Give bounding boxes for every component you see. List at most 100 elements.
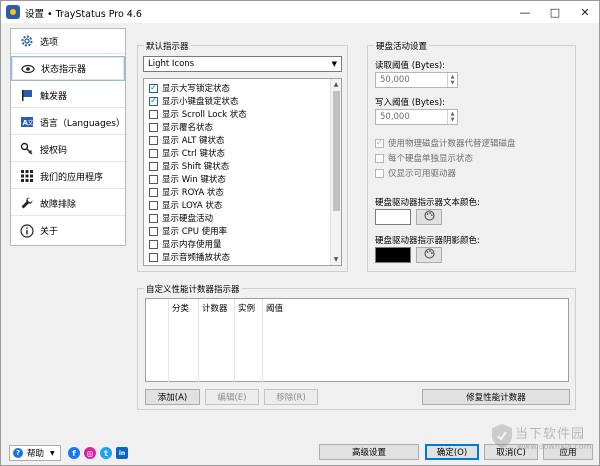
indicator-item[interactable]: 显示 Shift 键状态 (149, 159, 229, 173)
social-glyph: f (72, 448, 76, 458)
indicator-item[interactable]: 显示 CPU 使用率 (149, 224, 227, 238)
palette-icon (424, 248, 435, 262)
checkbox[interactable]: ✓ (375, 138, 384, 148)
read-threshold-input[interactable]: 50,000 ▲ ▼ (375, 72, 458, 88)
checkbox[interactable] (149, 174, 158, 184)
social-glyph: ◎ (86, 448, 94, 458)
maximize-button[interactable]: □ (541, 1, 569, 23)
column-header-category[interactable]: 分类 (172, 302, 189, 314)
help-dropdown[interactable]: ? 帮助 ▼ (9, 445, 61, 461)
available-drives-option[interactable]: 仅显示可用驱动器 (375, 167, 456, 179)
group-title: 硬盘活动设置 (374, 40, 430, 52)
instagram-icon[interactable]: ◎ (84, 447, 96, 459)
spinner-arrows-icon[interactable]: ▲ ▼ (447, 73, 457, 87)
checkbox[interactable] (149, 200, 158, 210)
restore-counters-button[interactable]: 修复性能计数器 (422, 389, 570, 405)
indicator-item[interactable]: 显示覆名状态 (149, 120, 213, 134)
checkbox[interactable] (149, 187, 158, 197)
checkbox[interactable] (149, 109, 158, 119)
close-button[interactable]: ✕ (571, 1, 599, 23)
key-icon (19, 141, 35, 157)
indicator-label: 显示 LOYA 状态 (162, 201, 223, 211)
indicator-item[interactable]: 显示 ALT 键状态 (149, 133, 224, 147)
sidebar-item-label: 授权码 (40, 145, 68, 156)
ok-button[interactable]: 确定(O) (425, 444, 479, 460)
checkbox[interactable] (375, 153, 384, 163)
sidebar-item-languages[interactable]: A文 语言（Languages） (11, 110, 125, 135)
add-counter-button[interactable]: 添加(A) (145, 389, 200, 405)
shadow-color-label: 硬盘驱动器指示器阴影颜色: (375, 236, 480, 246)
sidebar-item-label: 语言（Languages） (39, 118, 125, 129)
advanced-settings-button[interactable]: 高级设置 (319, 444, 419, 460)
indicator-item[interactable]: 显示内存使用量 (149, 237, 222, 251)
shadow-color-picker-button[interactable] (416, 247, 442, 263)
indicator-label: 显示 ALT 键状态 (162, 136, 225, 146)
icon-theme-select[interactable]: Light Icons ▼ (143, 56, 342, 72)
column-header-instance[interactable]: 实例 (238, 302, 255, 314)
read-threshold-label: 读取阈值 (Bytes): (375, 61, 446, 71)
indicator-item[interactable]: 显示音频播放状态 (149, 250, 230, 264)
physical-disk-option[interactable]: ✓ 使用物理磁盘计数器代替逻辑磁盘 (375, 137, 516, 149)
indicator-scrollbar[interactable]: ▲ ▼ (330, 79, 341, 265)
option-label: 每个硬盘单独显示状态 (388, 154, 474, 164)
facebook-icon[interactable]: f (68, 447, 80, 459)
checkbox[interactable] (375, 168, 384, 178)
text-color-picker-button[interactable] (416, 209, 442, 225)
checkbox[interactable] (149, 122, 158, 132)
minimize-button[interactable]: — (511, 1, 539, 23)
column-separator (168, 299, 169, 383)
edit-counter-button[interactable]: 编辑(E) (205, 389, 259, 405)
indicator-label: 显示覆名状态 (162, 123, 214, 133)
wrench-icon (19, 195, 35, 211)
indicator-item[interactable]: 显示 ROYA 状态 (149, 185, 224, 199)
column-header-counter[interactable]: 计数器 (202, 302, 228, 314)
sidebar: 选项 状态指示器 触发器 A文 语言（Languages） 授权码 我们的应用程… (10, 28, 126, 246)
social-glyph: in (118, 449, 126, 457)
sidebar-item-troubleshooting[interactable]: 故障排除 (11, 191, 125, 216)
sidebar-item-label: 故障排除 (40, 199, 77, 210)
sidebar-item-triggers[interactable]: 触发器 (11, 83, 125, 108)
column-header-threshold[interactable]: 阈值 (266, 302, 283, 314)
counters-table[interactable]: 分类 计数器 实例 阈值 (145, 298, 569, 383)
sidebar-item-label: 状态指示器 (41, 65, 87, 75)
sidebar-item-label: 关于 (40, 227, 59, 237)
checkbox[interactable] (149, 226, 158, 236)
checkbox[interactable] (149, 252, 158, 262)
remove-counter-button[interactable]: 移除(R) (264, 389, 318, 405)
chevron-up-icon[interactable]: ▲ (331, 79, 341, 90)
group-title: 自定义性能计数器指示器 (144, 283, 242, 295)
checkbox[interactable] (149, 213, 158, 223)
sidebar-item-our-apps[interactable]: 我们的应用程序 (11, 164, 125, 189)
sidebar-item-status-indicators[interactable]: 状态指示器 (11, 56, 125, 81)
checkbox[interactable]: ✓ (149, 83, 158, 93)
indicator-item[interactable]: 显示硬盘活动 (149, 211, 213, 225)
indicator-item[interactable]: ✓ 显示小键盘锁定状态 (149, 94, 239, 108)
indicator-item[interactable]: 显示 Win 键状态 (149, 172, 226, 186)
sidebar-item-license[interactable]: 授权码 (11, 137, 125, 162)
window-title: 设置 • TrayStatus Pro 4.6 (25, 9, 142, 20)
column-separator (234, 299, 235, 383)
indicator-item[interactable]: 显示 Scroll Lock 状态 (149, 107, 247, 121)
checkbox[interactable] (149, 161, 158, 171)
chevron-down-icon[interactable]: ▼ (331, 254, 341, 265)
indicator-item[interactable]: ✓ 显示大写锁定状态 (149, 81, 230, 95)
twitter-icon[interactable]: t (100, 447, 112, 459)
indicator-label: 显示 Ctrl 键状态 (162, 149, 226, 159)
per-disk-option[interactable]: 每个硬盘单独显示状态 (375, 152, 473, 164)
group-title: 默认指示器 (144, 40, 191, 52)
checkbox[interactable]: ✓ (149, 96, 158, 106)
sidebar-item-about[interactable]: 关于 (11, 218, 125, 243)
social-glyph: t (104, 448, 108, 458)
spinner-arrows-icon[interactable]: ▲ ▼ (447, 110, 457, 124)
indicator-checklist: ✓ 显示大写锁定状态 ✓ 显示小键盘锁定状态 显示 Scroll Lock 状态 显… (143, 78, 342, 266)
sidebar-item-options[interactable]: 选项 (11, 29, 125, 54)
scrollbar-thumb[interactable] (333, 91, 340, 211)
indicator-item[interactable]: 显示 Ctrl 键状态 (149, 146, 225, 160)
checkbox[interactable] (149, 148, 158, 158)
shield-logo-icon (492, 424, 512, 448)
checkbox[interactable] (149, 239, 158, 249)
linkedin-icon[interactable]: in (116, 447, 128, 459)
indicator-item[interactable]: 显示 LOYA 状态 (149, 198, 222, 212)
checkbox[interactable] (149, 135, 158, 145)
write-threshold-input[interactable]: 50,000 ▲ ▼ (375, 109, 458, 125)
